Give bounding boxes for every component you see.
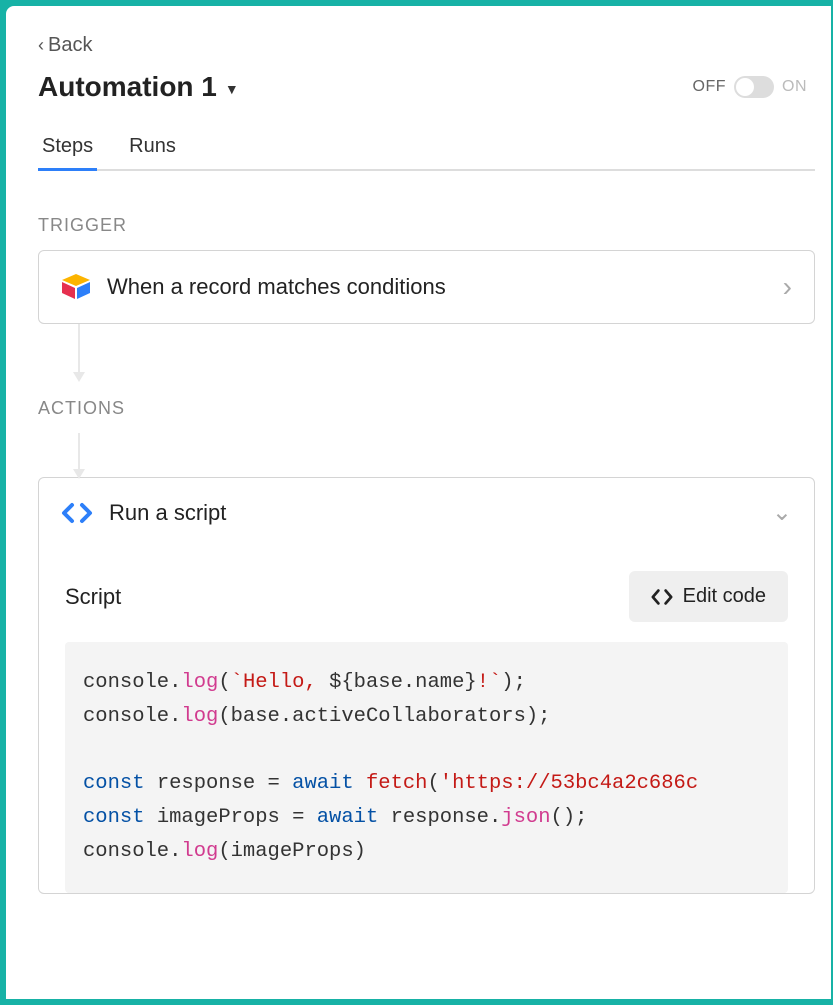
toggle-off-label: OFF [693,78,727,96]
code-block: console.log(`Hello, ${base.name}!`); con… [65,642,788,893]
page-title: Automation 1 [38,71,217,103]
automation-title-dropdown[interactable]: Automation 1 ▼ [38,71,239,103]
connector-line [78,324,80,380]
trigger-title: When a record matches conditions [107,274,446,300]
tab-steps[interactable]: Steps [38,125,97,171]
airtable-icon [61,274,91,300]
code-icon [61,499,93,527]
chevron-down-icon: ⌄ [772,498,792,527]
script-label: Script [65,584,121,610]
chevron-left-icon: ‹ [38,35,44,56]
connector-line [78,433,80,477]
chevron-right-icon: › [783,271,792,303]
back-label: Back [48,34,92,57]
enable-toggle[interactable] [734,76,774,98]
edit-code-label: Edit code [683,585,766,608]
toggle-on-label: ON [782,78,807,96]
code-icon [651,587,673,607]
trigger-section-label: TRIGGER [38,215,815,236]
action-card-header[interactable]: Run a script ⌄ [39,478,814,547]
actions-section-label: ACTIONS [38,398,815,419]
action-title: Run a script [109,500,226,526]
edit-code-button[interactable]: Edit code [629,571,788,622]
tab-runs[interactable]: Runs [125,125,180,171]
chevron-down-icon: ▼ [225,81,239,97]
trigger-card[interactable]: When a record matches conditions › [38,250,815,324]
back-link[interactable]: ‹ Back [38,34,92,57]
